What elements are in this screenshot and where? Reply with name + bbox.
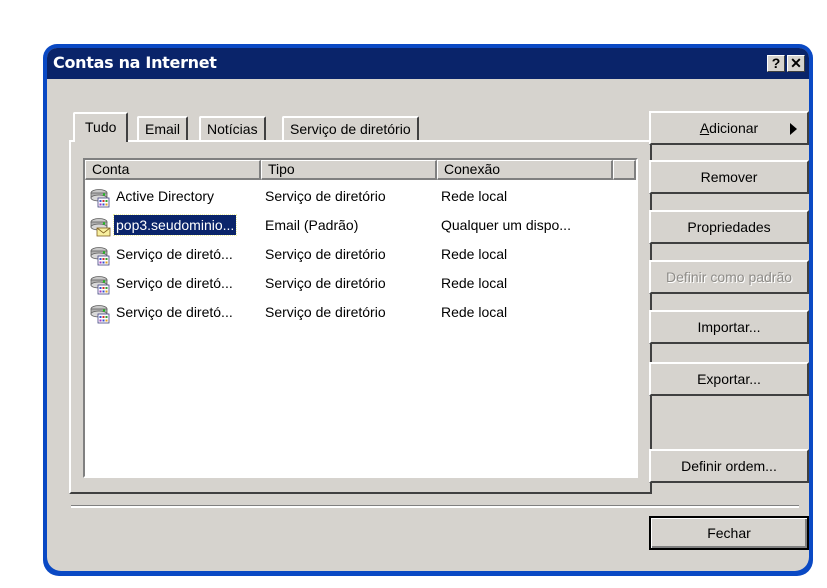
dialog-body: Contas na Internet ? ✕ Tudo Email Notíci… [47, 48, 809, 571]
account-name: Active Directory [116, 188, 215, 204]
accounts-list[interactable]: Conta Tipo Conexão Active Directory Servi… [83, 158, 638, 478]
tab-panel: Conta Tipo Conexão Active Directory Servi… [69, 140, 652, 494]
cell-conexao: Rede local [441, 246, 508, 262]
cell-conexao: Rede local [441, 275, 508, 291]
tab-label: Email [145, 121, 181, 137]
directory-service-icon [89, 187, 111, 209]
separator [71, 505, 799, 508]
button-label: Adicionar [699, 120, 759, 136]
close-button[interactable]: ✕ [787, 55, 805, 72]
propriedades-button[interactable]: Propriedades [649, 210, 809, 244]
tab-tudo[interactable]: Tudo [73, 112, 129, 142]
cell-tipo: Serviço de diretório [265, 275, 386, 291]
directory-service-icon [89, 274, 111, 296]
account-name: Serviço de diretó... [116, 275, 233, 291]
window-title: Contas na Internet [53, 53, 217, 72]
account-name: pop3.seudominio... [112, 214, 238, 236]
column-header-tipo[interactable]: Tipo [261, 160, 437, 180]
cell-tipo: Serviço de diretório [265, 246, 386, 262]
fechar-button[interactable]: Fechar [649, 516, 809, 550]
mail-account-icon [89, 216, 111, 238]
cell-conexao: Qualquer um dispo... [441, 217, 571, 233]
account-name: Serviço de diretó... [116, 246, 233, 262]
list-header: Conta Tipo Conexão [85, 160, 636, 180]
directory-service-icon [89, 245, 111, 267]
dialog-window: Contas na Internet ? ✕ Tudo Email Notíci… [43, 44, 813, 576]
cell-tipo: Serviço de diretório [265, 304, 386, 320]
tab-email[interactable]: Email [137, 116, 189, 140]
account-name: Serviço de diretó... [116, 304, 233, 320]
cell-tipo: Serviço de diretório [265, 188, 386, 204]
tab-servico-diretorio[interactable]: Serviço de diretório [282, 116, 419, 140]
definir-ordem-button[interactable]: Definir ordem... [649, 449, 809, 483]
column-header-conexao[interactable]: Conexão [437, 160, 613, 180]
directory-service-icon [89, 303, 111, 325]
adicionar-button[interactable]: Adicionar [649, 111, 809, 145]
cell-tipo: Email (Padrão) [265, 217, 359, 233]
cell-conexao: Rede local [441, 188, 508, 204]
list-row[interactable]: pop3.seudominio... Email (Padrão) Qualquer… [85, 211, 636, 239]
title-bar[interactable]: Contas na Internet ? ✕ [47, 48, 809, 79]
remover-button[interactable]: Remover [649, 160, 809, 194]
close-icon: ✕ [790, 55, 802, 71]
exportar-button[interactable]: Exportar... [649, 362, 809, 396]
tab-label: Serviço de diretório [290, 121, 411, 137]
tab-label: Tudo [85, 119, 117, 135]
list-row[interactable]: Serviço de diretó... Serviço de diretório… [85, 298, 636, 326]
tab-noticias[interactable]: Notícias [199, 116, 266, 140]
tab-label: Notícias [207, 121, 258, 137]
list-row[interactable]: Active Directory Serviço de diretório Rede… [85, 182, 636, 210]
list-row[interactable]: Serviço de diretó... Serviço de diretório… [85, 240, 636, 268]
column-header-filler [613, 160, 636, 180]
list-row[interactable]: Serviço de diretó... Serviço de diretório… [85, 269, 636, 297]
help-button[interactable]: ? [767, 55, 785, 72]
column-header-conta[interactable]: Conta [85, 160, 261, 180]
submenu-arrow-icon [790, 123, 797, 135]
importar-button[interactable]: Importar... [649, 310, 809, 344]
cell-conexao: Rede local [441, 304, 508, 320]
help-icon: ? [771, 55, 781, 71]
definir-padrao-button[interactable]: Definir como padrão [649, 260, 809, 294]
